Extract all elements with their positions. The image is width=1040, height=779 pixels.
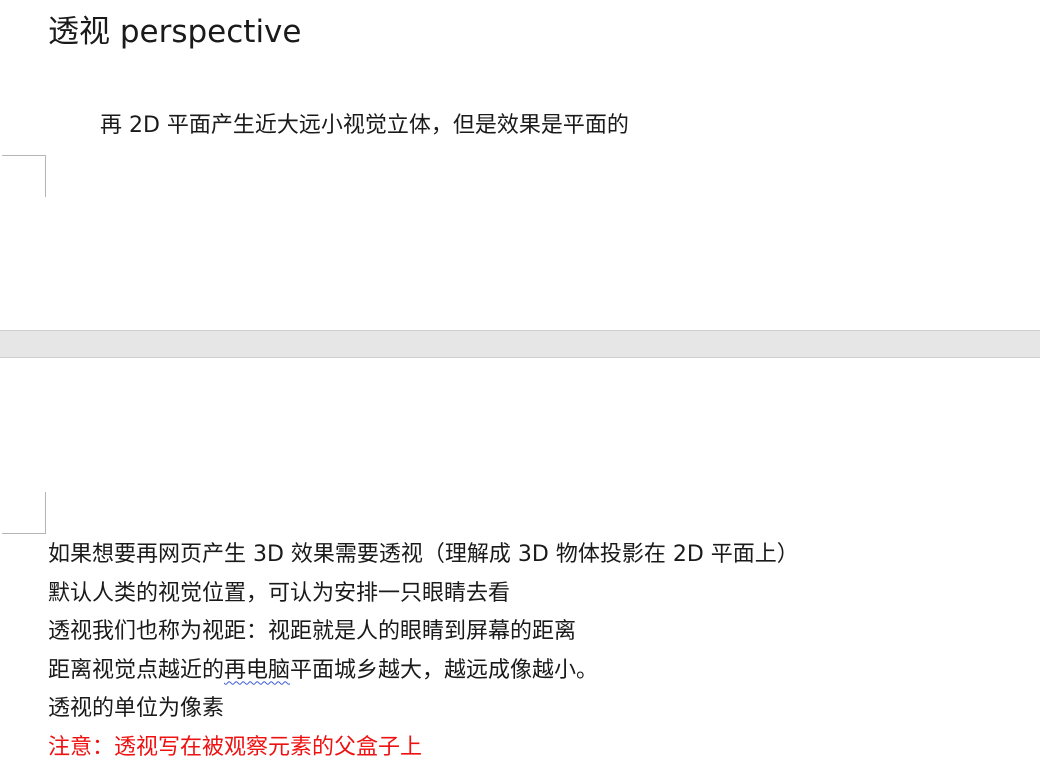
page-margin-marker-top — [2, 155, 46, 197]
document-heading[interactable]: 透视 perspective — [48, 12, 301, 52]
body-line-2[interactable]: 默认人类的视觉位置，可认为安排一只眼睛去看 — [48, 575, 799, 614]
body-line-3[interactable]: 透视我们也称为视距：视距就是人的眼睛到屏幕的距离 — [48, 613, 799, 652]
page-margin-marker-bottom — [2, 492, 46, 534]
body-line-4-end: 平面城乡越大，越远成像越小。 — [290, 657, 599, 683]
note-line[interactable]: 注意：透视写在被观察元素的父盒子上 — [48, 729, 799, 768]
spellcheck-flagged-text[interactable]: 再电脑 — [224, 658, 290, 683]
body-line-5[interactable]: 透视的单位为像素 — [48, 690, 799, 729]
page-break-gap — [0, 330, 1040, 358]
body-line-1[interactable]: 如果想要再网页产生 3D 效果需要透视（理解成 3D 物体投影在 2D 平面上） — [48, 536, 799, 575]
document-page-1: 透视 perspective 再 2D 平面产生近大远小视觉立体，但是效果是平面… — [0, 0, 1040, 330]
body-line-4[interactable]: 距离视觉点越近的再电脑平面城乡越大，越远成像越小。 — [48, 652, 799, 691]
body-text: 如果想要再网页产生 3D 效果需要透视（理解成 3D 物体投影在 2D 平面上）… — [48, 536, 799, 767]
body-line-4-start: 距离视觉点越近的 — [48, 657, 225, 683]
intro-paragraph[interactable]: 再 2D 平面产生近大远小视觉立体，但是效果是平面的 — [100, 110, 629, 142]
